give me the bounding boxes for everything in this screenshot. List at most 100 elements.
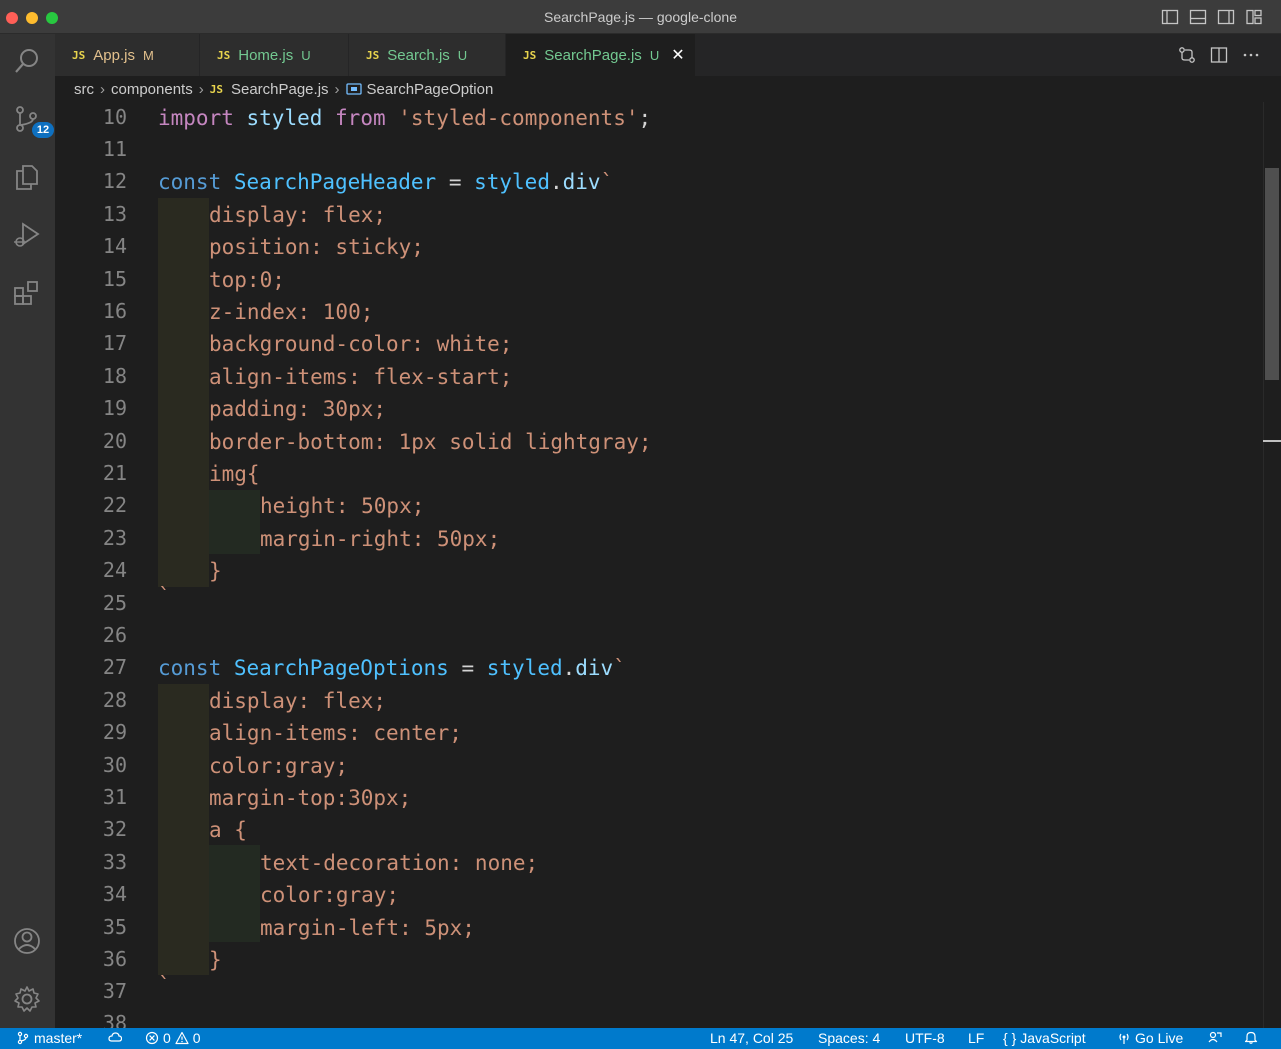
- line-number: 13: [102, 202, 127, 226]
- line-number: 34: [102, 882, 127, 906]
- line-number: 21: [102, 461, 127, 485]
- line-number: 17: [102, 331, 127, 355]
- go-live-button[interactable]: Go Live: [1117, 1030, 1183, 1046]
- git-branch-label: master*: [34, 1030, 83, 1046]
- line-number: 14: [102, 234, 127, 258]
- indentation[interactable]: Spaces: 4: [818, 1030, 880, 1046]
- indent-guide: [209, 490, 260, 554]
- indent-guide: [158, 198, 209, 587]
- breadcrumb-item-components[interactable]: components: [111, 81, 193, 98]
- end-of-line[interactable]: LF: [968, 1030, 984, 1046]
- window-title: SearchPage.js — google-clone: [543, 9, 737, 25]
- split-editor-icon[interactable]: [1209, 45, 1229, 65]
- bell-icon[interactable]: [1244, 1030, 1258, 1044]
- line-number: 12: [102, 169, 127, 193]
- line-number: 16: [102, 299, 127, 323]
- line-number: 19: [102, 396, 127, 420]
- line-number: 22: [102, 493, 127, 517]
- tab-label: Home.js: [238, 46, 294, 64]
- line-number: 24: [102, 558, 127, 582]
- code-line-16: z-index: 100;: [209, 300, 374, 324]
- git-branch-item[interactable]: master*: [16, 1030, 82, 1046]
- explorer-icon[interactable]: [10, 160, 44, 194]
- tab-label: App.js: [93, 46, 135, 64]
- code-line-34: color:gray;: [260, 883, 400, 907]
- source-control-icon[interactable]: 12: [10, 102, 54, 138]
- code-line-23: margin-right: 50px;: [260, 527, 501, 551]
- line-number: 31: [102, 785, 127, 809]
- open-changes-icon[interactable]: [1177, 45, 1197, 65]
- accounts-icon[interactable]: [10, 924, 44, 958]
- code-line-27: const SearchPageOptions = styled.div`: [158, 656, 626, 680]
- code-line-17: background-color: white;: [209, 332, 513, 356]
- code-line-31: margin-top:30px;: [209, 786, 412, 810]
- braces-icon: { }: [1003, 1030, 1017, 1046]
- error-icon: [145, 1031, 159, 1045]
- tab-home-js[interactable]: JS Home.js U: [200, 34, 349, 76]
- scrollbar-thumb[interactable]: [1265, 168, 1279, 380]
- customize-layout-icon[interactable]: [1245, 8, 1263, 26]
- chevron-right-icon: ›: [198, 80, 204, 98]
- close-icon[interactable]: ✕: [671, 45, 684, 65]
- line-number: 26: [102, 623, 127, 647]
- chevron-right-icon: ›: [334, 80, 340, 98]
- toggle-secondary-sidebar-icon[interactable]: [1217, 8, 1235, 26]
- tab-searchpage-js[interactable]: JS SearchPage.js U ✕: [506, 34, 696, 76]
- chevron-right-icon: ›: [100, 80, 105, 98]
- problems-item[interactable]: 0 0: [145, 1030, 201, 1046]
- cursor-position[interactable]: Ln 47, Col 25: [710, 1030, 793, 1046]
- code-line-21: img{: [209, 462, 260, 486]
- run-and-debug-icon[interactable]: [10, 218, 44, 252]
- code-line-22: height: 50px;: [260, 494, 425, 518]
- tab-git-status: U: [649, 47, 660, 63]
- cursor-position-marker: [1263, 440, 1281, 442]
- vertical-scrollbar[interactable]: [1263, 102, 1281, 1028]
- line-number: 30: [102, 753, 127, 777]
- language-label: JavaScript: [1020, 1030, 1086, 1046]
- search-icon[interactable]: [10, 44, 44, 78]
- line-number: 27: [102, 655, 127, 679]
- line-number: 38: [102, 1011, 127, 1028]
- line-number: 11: [102, 137, 127, 161]
- code-line-15: top:0;: [209, 268, 285, 292]
- breadcrumb-item-file[interactable]: SearchPage.js: [231, 81, 329, 98]
- breadcrumb: src › components › JS SearchPage.js › Se…: [55, 76, 1281, 102]
- title-bar: SearchPage.js — google-clone: [0, 0, 1281, 34]
- extensions-icon[interactable]: [10, 276, 44, 310]
- code-line-36: }: [209, 948, 222, 972]
- code-line-28: display: flex;: [209, 689, 387, 713]
- activity-bar: 12: [0, 34, 55, 1028]
- tab-app-js[interactable]: JS App.js M: [55, 34, 200, 76]
- code-editor[interactable]: 10 11 12 13 14 15 16 17 18 19 20 21 22 23 24 25 26 27 28 29…: [55, 102, 1281, 1028]
- tab-label: Search.js: [387, 46, 450, 64]
- tab-git-status: M: [142, 47, 154, 63]
- line-number: 23: [102, 526, 127, 550]
- line-number: 29: [102, 720, 127, 744]
- code-line-10: import styled from 'styled-components';: [158, 106, 652, 130]
- code-line-18: align-items: flex-start;: [209, 365, 513, 389]
- code-line-13: display: flex;: [209, 203, 387, 227]
- language-mode[interactable]: { } JavaScript: [1003, 1030, 1086, 1046]
- warning-count: 0: [192, 1030, 201, 1046]
- broadcast-icon: [1119, 1033, 1129, 1044]
- code-line-12: const SearchPageHeader = styled.div`: [158, 170, 614, 194]
- line-number: 20: [102, 429, 127, 453]
- tab-git-status: U: [301, 47, 311, 63]
- line-number: 32: [102, 817, 127, 841]
- more-actions-icon[interactable]: [1241, 45, 1261, 65]
- toggle-sidebar-icon[interactable]: [1161, 8, 1179, 26]
- editor-tab-bar: JS App.js M JS Home.js U JS Search.js U …: [55, 34, 1281, 76]
- error-count: 0: [163, 1030, 171, 1046]
- line-number: 18: [102, 364, 127, 388]
- breadcrumb-item-symbol[interactable]: SearchPageOption: [367, 81, 494, 98]
- code-line-24: }: [209, 559, 222, 583]
- line-number: 15: [102, 267, 127, 291]
- tab-search-js[interactable]: JS Search.js U: [349, 34, 506, 76]
- encoding[interactable]: UTF-8: [905, 1030, 945, 1046]
- sync-item[interactable]: [108, 1030, 122, 1044]
- toggle-panel-icon[interactable]: [1189, 8, 1207, 26]
- warning-icon: [175, 1031, 189, 1045]
- breadcrumb-item-src[interactable]: src: [74, 81, 94, 98]
- gear-icon[interactable]: [10, 982, 44, 1016]
- feedback-icon[interactable]: [1208, 1030, 1222, 1044]
